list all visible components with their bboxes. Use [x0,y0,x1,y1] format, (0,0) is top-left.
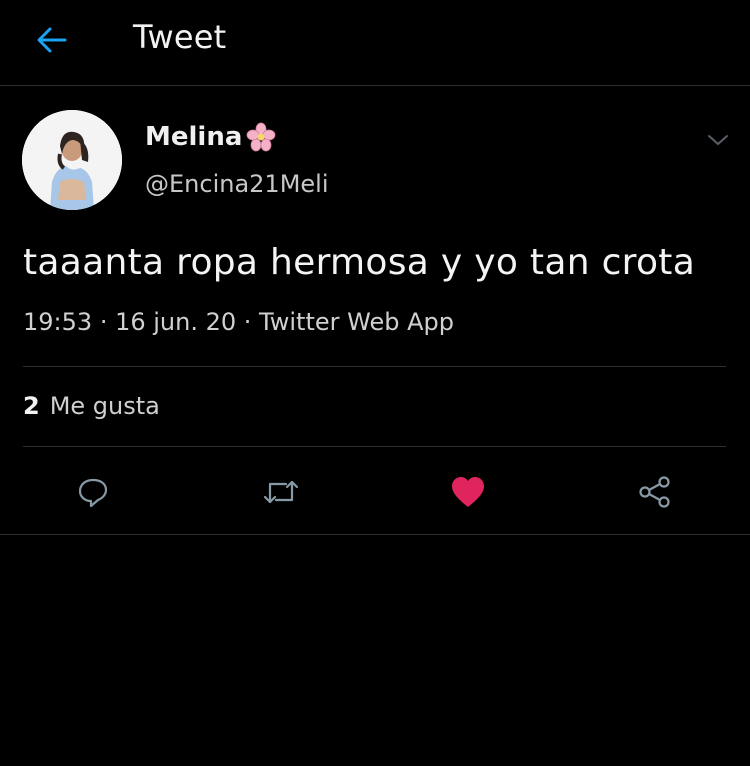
retweet-icon [263,480,299,504]
like-icon [452,477,484,507]
author-name-row[interactable]: Melina [145,122,276,152]
cherry-blossom-icon [246,122,276,152]
arrow-left-icon [37,27,67,53]
tweet-date: 16 jun. 20 [115,308,237,336]
tweet-source[interactable]: Twitter Web App [259,308,454,336]
author-handle[interactable]: @Encina21Meli [145,170,329,198]
tweet-time: 19:53 [23,308,93,336]
page-title: Tweet [133,18,227,56]
profile-photo [22,110,122,210]
share-icon [639,476,670,508]
like-button[interactable] [448,472,488,512]
retweet-button[interactable] [261,472,301,512]
divider [0,534,750,535]
tweet-meta: 19:53 · 16 jun. 20 · Twitter Web App [23,308,454,336]
top-bar: Tweet [0,0,750,86]
likes-summary[interactable]: 2 Me gusta [23,392,160,420]
author-name: Melina [145,122,243,152]
chevron-down-icon [708,135,728,146]
likes-count: 2 [23,392,40,420]
divider [23,446,726,447]
share-button[interactable] [635,472,675,512]
meta-separator: · [99,308,116,336]
likes-label: Me gusta [49,392,160,420]
divider [23,366,726,367]
reply-button[interactable] [73,472,113,512]
back-button[interactable] [34,22,70,58]
avatar[interactable] [22,110,122,210]
tweet-text: taaanta ropa hermosa y yo tan crota [23,242,696,283]
reply-icon [78,478,108,508]
more-options-button[interactable] [704,126,732,154]
meta-separator: · [243,308,260,336]
